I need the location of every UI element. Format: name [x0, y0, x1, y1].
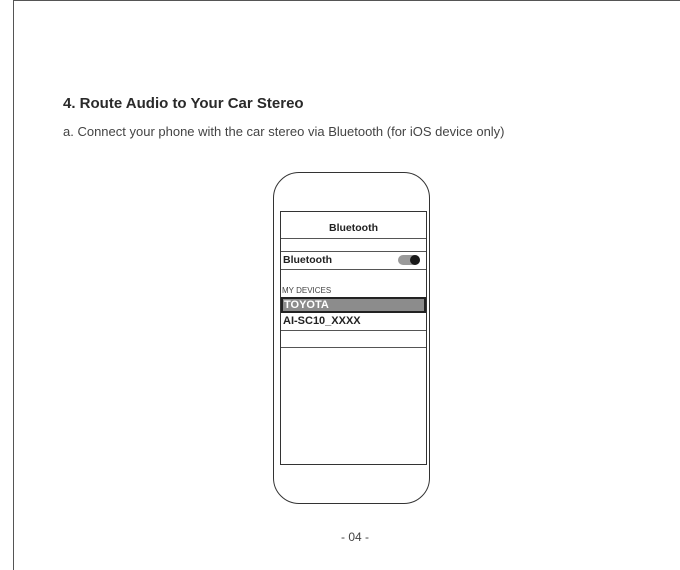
divider [281, 269, 426, 270]
divider [281, 330, 426, 331]
device-name: TOYOTA [284, 299, 329, 311]
divider [281, 347, 426, 348]
screen-title: Bluetooth [329, 222, 378, 234]
step-a-instruction: a. Connect your phone with the car stere… [63, 124, 505, 139]
divider [281, 251, 426, 252]
divider [281, 238, 426, 239]
bluetooth-setting-label: Bluetooth [283, 254, 332, 266]
top-border-line [13, 0, 680, 1]
my-devices-label: MY DEVICES [282, 286, 332, 295]
phone-screen: Bluetooth Bluetooth MY DEVICES TOYOTA AI… [280, 211, 427, 465]
toggle-knob [410, 255, 420, 265]
page-number: - 04 - [340, 530, 369, 544]
bluetooth-toggle[interactable] [398, 255, 420, 265]
device-item-ai-sc10[interactable]: AI-SC10_XXXX [283, 315, 361, 327]
left-border-line [13, 0, 14, 570]
device-item-toyota[interactable]: TOYOTA [281, 297, 426, 313]
section-heading: 4. Route Audio to Your Car Stereo [63, 95, 304, 112]
